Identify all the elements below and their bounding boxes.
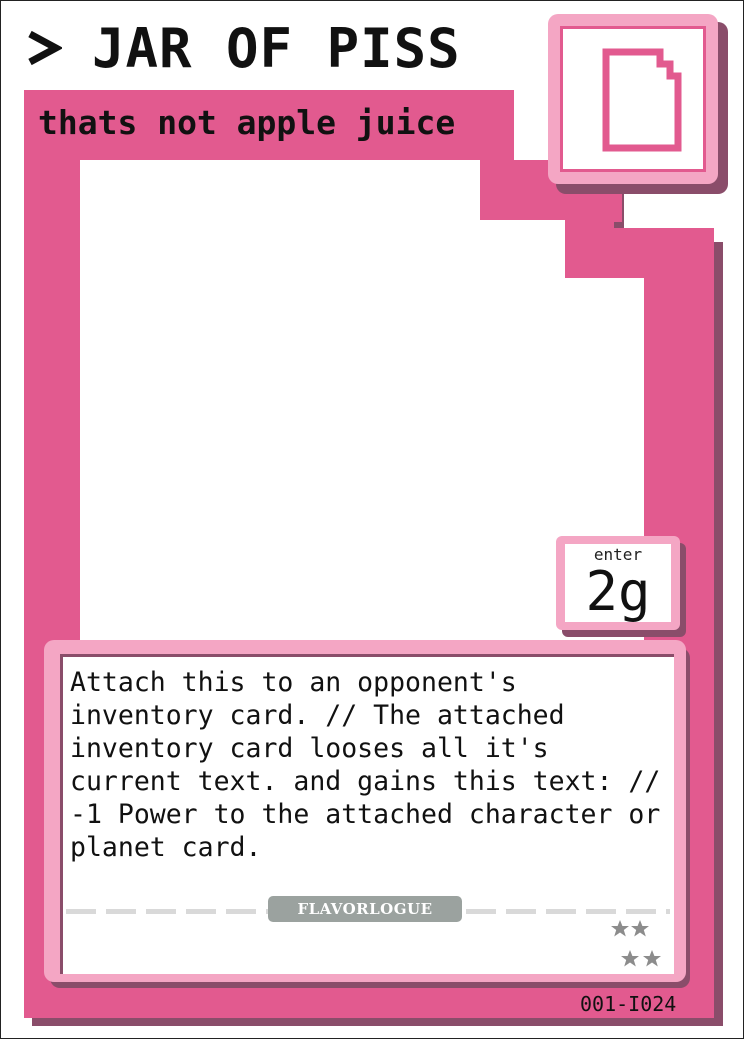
rules-text: Attach this to an opponent's inventory c…: [70, 667, 661, 863]
rarity-stars: [611, 920, 661, 967]
document-icon: [602, 48, 682, 152]
card-subtitle: thats not apple juice: [38, 103, 456, 142]
card-code: 001-I024: [580, 992, 677, 1016]
star-icon: [611, 920, 629, 937]
title-row: JAR OF PISS: [26, 16, 461, 80]
star-icon: [621, 950, 639, 967]
chevron-right-icon: [28, 30, 62, 66]
star-icon: [643, 950, 661, 967]
card-title: JAR OF PISS: [92, 16, 461, 80]
cost-value: 2g: [585, 560, 651, 623]
flavor-badge: FLAVORLOGUE: [268, 896, 462, 922]
star-icon: [631, 920, 649, 937]
